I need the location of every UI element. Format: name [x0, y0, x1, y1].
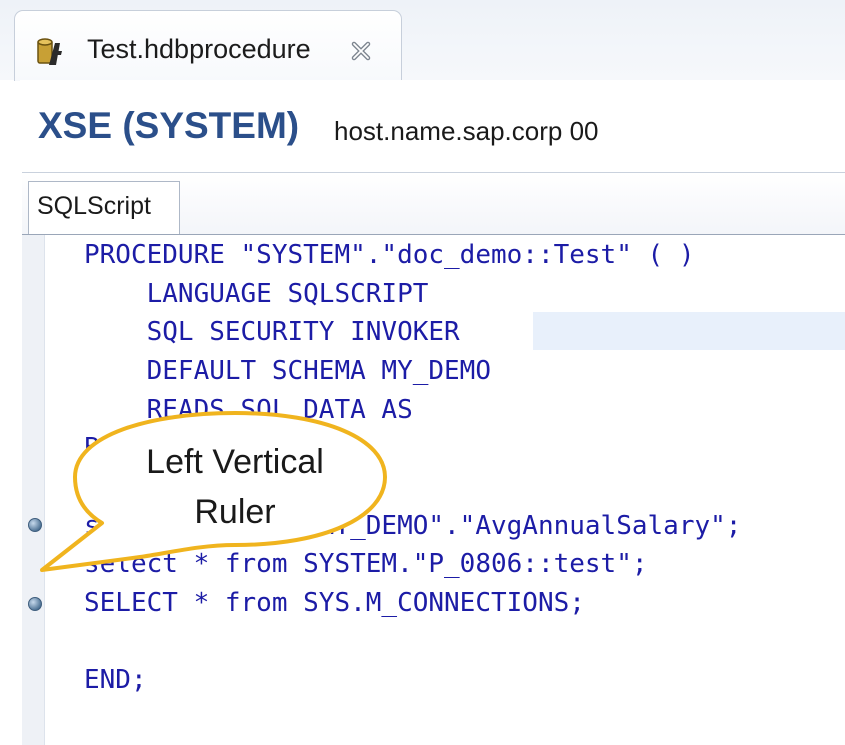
current-line-highlight — [533, 312, 845, 350]
callout-left-vertical-ruler: Left Vertical Ruler — [30, 405, 400, 585]
code-line[interactable]: LANGUAGE SQLSCRIPT — [84, 276, 429, 312]
editor-header: XSE (SYSTEM) host.name.sap.corp 00 — [20, 80, 845, 172]
subtab-strip: SQLScript — [22, 173, 845, 235]
ruler-marker-icon[interactable] — [28, 597, 42, 611]
code-line[interactable]: END; — [84, 662, 147, 698]
callout-line: Ruler — [194, 493, 276, 531]
code-line[interactable]: DEFAULT SCHEMA MY_DEMO — [84, 353, 491, 389]
procedure-file-icon — [37, 38, 62, 65]
code-line[interactable]: PROCEDURE "SYSTEM"."doc_demo::Test" ( ) — [84, 237, 694, 273]
callout-line: Left Vertical — [146, 443, 324, 481]
editor-tab-strip: Test.hdbprocedure — [0, 0, 845, 81]
code-line[interactable]: SQL SECURITY INVOKER — [84, 314, 460, 350]
close-icon[interactable] — [351, 41, 371, 61]
system-title: XSE (SYSTEM) — [38, 105, 300, 146]
code-line[interactable]: SELECT * from SYS.M_CONNECTIONS; — [84, 585, 585, 621]
file-tab-test-hdbprocedure[interactable]: Test.hdbprocedure — [14, 10, 402, 81]
tab-sqlscript[interactable]: SQLScript — [28, 181, 180, 234]
tab-sqlscript-label: SQLScript — [37, 192, 151, 220]
host-label: host.name.sap.corp 00 — [334, 116, 599, 146]
file-tab-label: Test.hdbprocedure — [87, 34, 311, 64]
callout-text: Left Vertical Ruler — [100, 437, 370, 537]
